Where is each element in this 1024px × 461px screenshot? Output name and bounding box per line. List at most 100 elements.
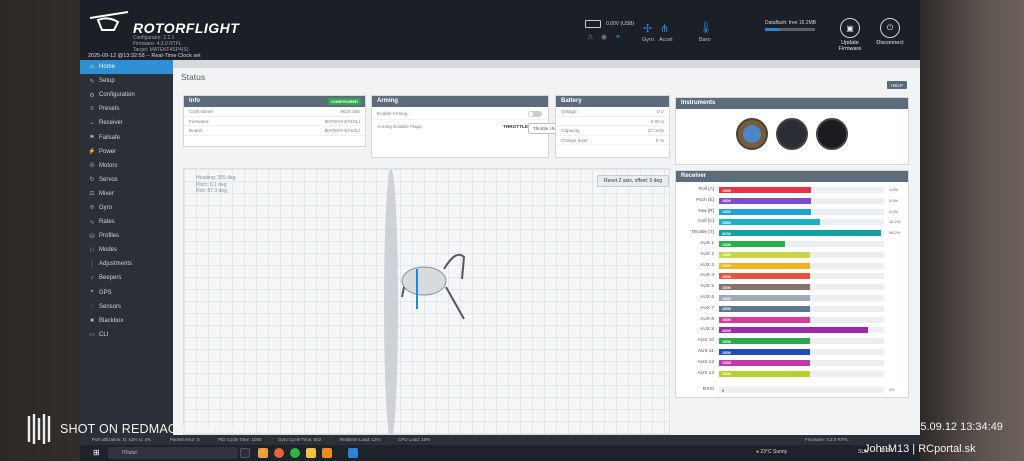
- channel-percent: 18.2%: [889, 219, 901, 225]
- sidebar-item-mixer[interactable]: ⚖ Mixer: [80, 187, 173, 201]
- baro-icon: 🌡: [699, 22, 713, 34]
- channel-name: Throttle [T]: [690, 230, 714, 236]
- channel-percent: 1.0%: [889, 187, 899, 192]
- channel-bar-fill: [719, 262, 810, 269]
- channel-bar-fill: [719, 370, 810, 377]
- helicopter-model-icon: [384, 169, 466, 434]
- receiver-channel-row: AUX 2 1500: [676, 250, 910, 261]
- channel-value: 1500: [722, 371, 731, 377]
- task-view-icon[interactable]: [240, 448, 250, 458]
- sidebar-item-failsafe[interactable]: ⚑ Failsafe: [80, 130, 173, 144]
- sidebar-item-rates[interactable]: ∿ Rates: [80, 215, 173, 229]
- channel-bar-fill: [719, 219, 820, 226]
- firefox-icon[interactable]: [274, 448, 284, 458]
- sidebar-item-receiver[interactable]: ⌁ Receiver: [80, 116, 173, 130]
- sidebar-item-servos[interactable]: ↻ Servos: [80, 173, 173, 187]
- receiver-channel-row: AUX 4 1500: [676, 271, 910, 282]
- channel-name: Roll [A]: [698, 187, 714, 192]
- channel-bar-fill: [719, 316, 810, 323]
- camera-watermark: SHOT ON REDMAGIC 8S Pro: [26, 412, 276, 448]
- help-button[interactable]: HELP: [887, 81, 907, 89]
- camera-watermark-text: SHOT ON REDMAGIC 8S Pro: [60, 422, 234, 436]
- sidebar-item-blackbox[interactable]: ■ Blackbox: [80, 314, 173, 328]
- channel-value: 1500: [722, 349, 731, 355]
- channel-value: 1500: [722, 295, 731, 301]
- channel-percent: 98.2%: [889, 230, 901, 236]
- channel-value: 1500: [722, 306, 731, 312]
- battery-icon: [585, 20, 601, 28]
- windows-start-icon[interactable]: ⊞: [93, 449, 101, 457]
- receiver-channel-row: AUX 6 1500: [676, 293, 910, 304]
- receiver-channel-row: Throttle [T] 2002 98.2%: [676, 228, 910, 239]
- channel-bar: 1500: [719, 338, 884, 345]
- reset-z-axis-button[interactable]: Reset Z axis, offset: 0 deg: [597, 175, 669, 187]
- sidebar-item-presets[interactable]: ≡ Presets: [80, 102, 173, 116]
- info-value: RDS 450: [340, 109, 360, 114]
- folder-icon[interactable]: [306, 448, 316, 458]
- battery-value: 0 %: [655, 137, 664, 143]
- enable-arming-toggle[interactable]: [528, 111, 542, 117]
- rates-icon: ∿: [89, 219, 95, 226]
- sidebar-item-motors[interactable]: ✇ Motors: [80, 159, 173, 173]
- sidebar-item-profiles[interactable]: ⛁ Profiles: [80, 229, 173, 243]
- update-firmware-button[interactable]: ▣ Update Firmware: [835, 18, 865, 52]
- battery-indicator: 0.00V (USB) ⚠ ◉ ⚭: [585, 20, 634, 42]
- photo-timestamp: 2025.09.12 13:34:49: [902, 421, 1003, 433]
- channel-bar-fill: [719, 359, 810, 366]
- profiles-icon: ⛁: [89, 233, 95, 240]
- taskbar-weather[interactable]: ● 23°C Sunny: [756, 449, 787, 455]
- channel-name: AUX 1: [700, 241, 714, 246]
- wrench-icon: ✎: [89, 78, 95, 85]
- sidebar-item-adjustments[interactable]: ⋮ Adjustments: [80, 257, 173, 271]
- channel-bar: 1500: [719, 197, 884, 204]
- vlc-icon[interactable]: [322, 448, 332, 458]
- gyro-icon: ✢: [89, 205, 95, 212]
- sidebar-item-label: Motors: [99, 162, 118, 169]
- battery-value: 0.00V (USB): [606, 21, 635, 27]
- sidebar-item-gyro[interactable]: ✢ Gyro: [80, 201, 173, 215]
- sidebar-item-power[interactable]: ⚡ Power: [80, 145, 173, 159]
- sensor-gyro-label: Gyro: [642, 37, 654, 43]
- sidebar-item-home[interactable]: ⌂ Home: [80, 60, 173, 75]
- whatsapp-icon[interactable]: [290, 448, 300, 458]
- gps-icon: ⌖: [90, 289, 94, 296]
- receiver-channel-row: Pitch [E] 1500 0.0%: [676, 196, 910, 207]
- info-row: Firmware: MATEKF4(#4SL): [184, 117, 365, 126]
- sidebar-item-setup[interactable]: ✎ Setup: [80, 74, 173, 88]
- info-panel: Info CONFIGURED Craft Name: RDS 450 Firmw…: [183, 95, 366, 147]
- configured-badge: CONFIGURED: [328, 98, 361, 105]
- arming-panel-title: Arming: [372, 96, 548, 107]
- rssi-label: RSSI: [702, 387, 714, 392]
- channel-value: 1500: [722, 252, 731, 258]
- receiver-panel: Receiver Roll [A] 1500 1.0% Pitch [E] 1500 0.…: [675, 170, 909, 398]
- disconnect-button[interactable]: ⏻ Disconnect: [875, 18, 905, 46]
- channel-bar: 2002: [719, 230, 884, 237]
- sidebar-item-label: Profiles: [99, 233, 120, 240]
- channel-bar-fill: [719, 197, 812, 204]
- model-3d-view[interactable]: Heading: 355 deg Pitch: 0.1 deg Roll: 87…: [183, 168, 670, 435]
- channel-name: Yaw [R]: [697, 208, 714, 214]
- sidebar-item-sensors[interactable]: ◌ Sensors: [80, 300, 173, 314]
- file-explorer-icon[interactable]: [258, 448, 268, 458]
- info-value: MATEKF4(#4SL): [324, 118, 360, 124]
- sidebar-item-label: Adjustments: [99, 261, 133, 268]
- taskbar-search-input[interactable]: Hľadať: [108, 447, 238, 459]
- rotorflight-app-icon[interactable]: [348, 448, 358, 458]
- rssi-bar: 0: [719, 387, 884, 393]
- channel-percent: 0.0%: [889, 197, 899, 203]
- monitor-screen: ROTORFLIGHT Configurator: 2.2.1 Firmware…: [80, 0, 920, 461]
- sidebar-item-label: Receiver: [99, 120, 123, 127]
- arming-flag-value: THROTTLE: [503, 124, 528, 129]
- sidebar-item-modes[interactable]: ⚐ Modes: [80, 243, 173, 257]
- receiver-channel-row: AUX 8 1500: [676, 315, 910, 326]
- sidebar-item-beepers[interactable]: ♪ Beepers: [80, 271, 173, 285]
- servo-icon: ↻: [89, 177, 95, 184]
- dataflash-bar-fill: [765, 28, 780, 31]
- sidebar-item-gps[interactable]: ⌖ GPS: [80, 286, 173, 300]
- receiver-channel-row: AUX 3 1500: [676, 261, 910, 272]
- battery-key: Voltage:: [561, 109, 578, 114]
- sidebar-item-configuration[interactable]: ⚙ Configuration: [80, 88, 173, 102]
- sidebar-item-cli[interactable]: ▭ CLI: [80, 328, 173, 342]
- channel-value: 1500: [722, 284, 731, 290]
- info-key: Firmware:: [189, 118, 210, 124]
